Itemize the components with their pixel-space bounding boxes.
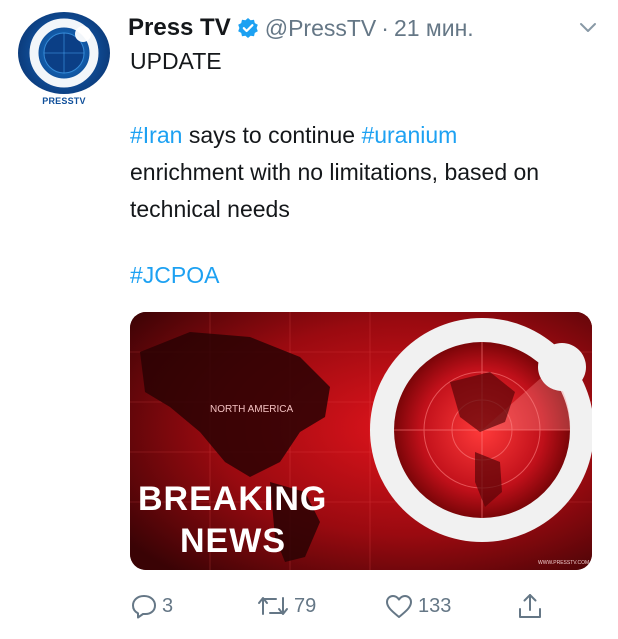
- share-icon: [516, 592, 544, 620]
- verified-badge-icon: [237, 17, 259, 39]
- update-label: UPDATE: [130, 48, 222, 74]
- like-icon: [384, 592, 414, 620]
- tweet-media-image[interactable]: NORTH AMERICA BREAKING NEWS WWW.PRESSTV.…: [130, 312, 592, 570]
- separator-dot: ·: [381, 14, 389, 41]
- tweet-text: #Iran says to continue #uranium enrichme…: [130, 117, 590, 228]
- share-button[interactable]: [516, 588, 544, 624]
- author-avatar-container[interactable]: PRESSTV: [17, 12, 111, 106]
- map-label: NORTH AMERICA: [210, 404, 293, 415]
- media-headline-line2: NEWS: [180, 522, 286, 560]
- tweet-actions: 3 79 133: [130, 588, 592, 624]
- author-handle[interactable]: @PressTV: [265, 15, 377, 42]
- reply-icon: [130, 592, 158, 620]
- hashtag-iran[interactable]: #Iran: [130, 122, 182, 148]
- reply-button[interactable]: 3: [130, 588, 173, 624]
- avatar-caption: PRESSTV: [42, 96, 86, 106]
- tweet-header: Press TV @PressTV · 21 мин.: [128, 14, 598, 42]
- media-watermark: WWW.PRESSTV.COM: [538, 560, 589, 566]
- like-count: 133: [418, 594, 452, 617]
- hashtag-uranium[interactable]: #uranium: [361, 122, 457, 148]
- tweet-timestamp[interactable]: 21 мин.: [394, 15, 474, 42]
- retweet-icon: [256, 592, 290, 620]
- hashtag-jcpoa[interactable]: #JCPOA: [130, 262, 219, 289]
- tweet-text-segment-2: enrichment with no limitations, based on…: [130, 159, 540, 222]
- avatar[interactable]: [18, 12, 110, 94]
- retweet-button[interactable]: 79: [256, 588, 316, 624]
- media-headline-line1: BREAKING: [138, 480, 327, 518]
- tweet-text-segment-1: says to continue: [182, 122, 362, 148]
- retweet-count: 79: [294, 594, 317, 617]
- reply-count: 3: [162, 594, 174, 617]
- chevron-down-icon[interactable]: [578, 18, 598, 38]
- author-name[interactable]: Press TV: [128, 14, 231, 42]
- like-button[interactable]: 133: [384, 588, 451, 624]
- presstv-logo: [29, 18, 99, 88]
